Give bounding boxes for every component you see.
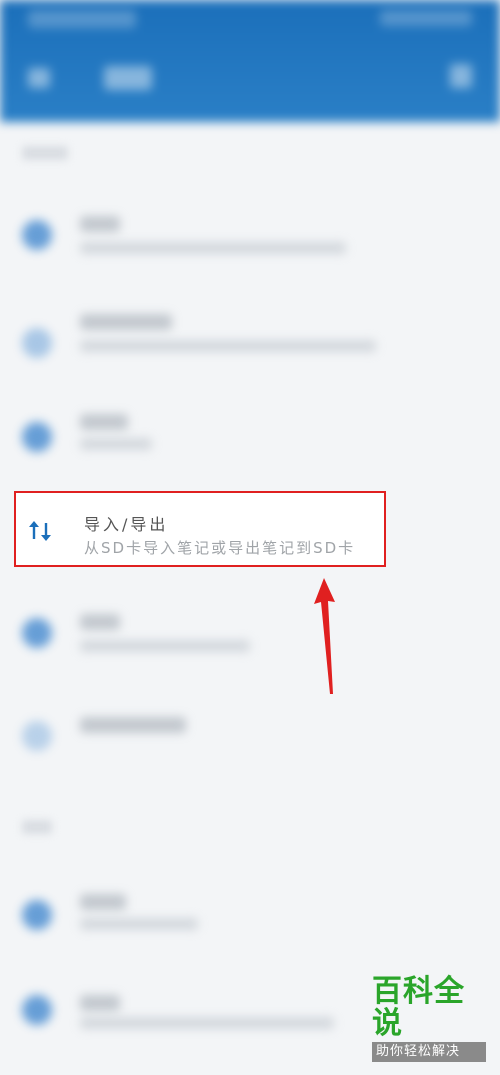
back-arrow-icon[interactable]	[28, 68, 50, 88]
watermark-title: 百科全说	[372, 974, 465, 1041]
setting-subtitle	[80, 438, 152, 450]
setting-title	[80, 314, 172, 330]
settings-row[interactable]	[0, 300, 500, 390]
status-bar-left	[28, 10, 136, 28]
page-title	[104, 66, 152, 90]
settings-row[interactable]	[0, 590, 500, 680]
settings-row[interactable]	[0, 400, 500, 490]
settings-row[interactable]	[0, 880, 500, 970]
setting-icon	[22, 618, 52, 648]
setting-subtitle	[80, 918, 198, 930]
import-export-item[interactable]: 导入/导出 从SD卡导入笔记或导出笔记到SD卡	[14, 491, 386, 567]
setting-icon	[22, 328, 52, 358]
setting-icon	[22, 220, 52, 250]
setting-title	[80, 894, 126, 910]
section-label	[22, 820, 52, 834]
setting-icon	[22, 995, 52, 1025]
import-export-subtitle: 从SD卡导入笔记或导出笔记到SD卡	[84, 539, 356, 557]
setting-title	[80, 717, 186, 733]
watermark-subtitle: 助你轻松解决	[372, 1042, 486, 1062]
setting-subtitle	[80, 242, 346, 254]
watermark: 百科全说 助你轻松解决	[372, 976, 486, 1062]
setting-title	[80, 216, 120, 232]
setting-subtitle	[80, 640, 250, 652]
setting-icon	[22, 900, 52, 930]
setting-title	[80, 995, 120, 1011]
setting-title	[80, 614, 120, 630]
setting-icon	[22, 422, 52, 452]
settings-row[interactable]	[0, 190, 500, 280]
setting-subtitle	[80, 340, 376, 352]
section-label	[22, 146, 68, 160]
setting-title	[80, 414, 128, 430]
import-export-title: 导入/导出	[84, 515, 169, 534]
setting-subtitle	[80, 1017, 334, 1029]
status-bar-right	[380, 10, 472, 26]
settings-row[interactable]	[0, 695, 500, 785]
more-icon[interactable]	[450, 64, 472, 88]
app-bar	[0, 0, 500, 122]
import-export-icon	[29, 521, 51, 541]
setting-icon	[22, 721, 52, 751]
